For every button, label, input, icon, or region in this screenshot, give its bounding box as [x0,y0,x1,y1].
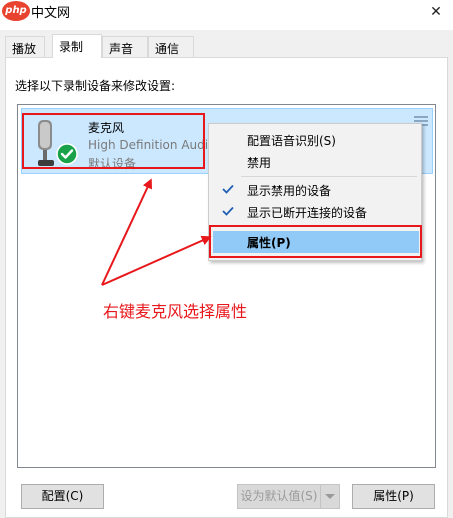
properties-button[interactable]: 属性(P) [352,484,435,509]
configure-button[interactable]: 配置(C) [21,484,104,509]
set-default-button[interactable]: 设为默认值(S) [237,484,321,509]
annotation-text: 右键麦克风选择属性 [103,302,248,321]
set-default-dropdown-button[interactable] [320,484,340,509]
chevron-down-icon [325,494,335,499]
arrow-to-device [101,178,152,286]
arrow-to-properties [101,235,212,286]
annotation-arrows [101,178,212,286]
tab-recording[interactable]: 录制 [52,34,102,58]
